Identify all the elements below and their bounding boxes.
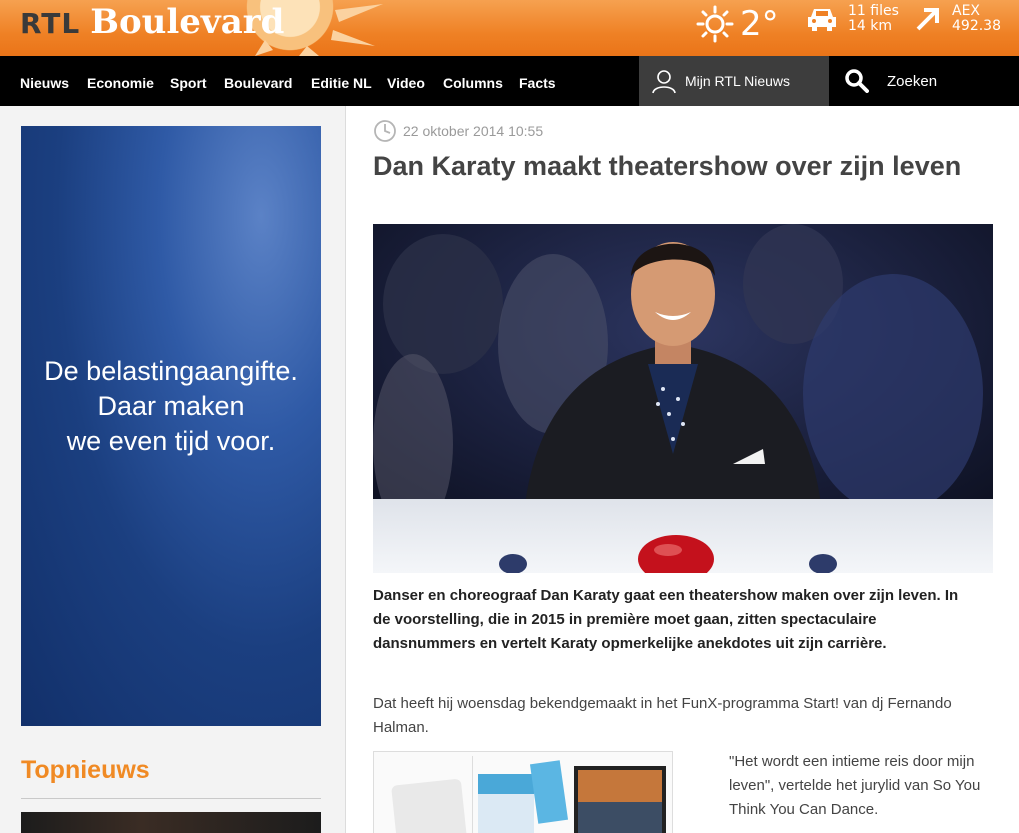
site-header: RTL Boulevard 2° 11 files 14 km AEX 492.… [0, 0, 1019, 56]
article-date-text: 22 oktober 2014 10:55 [403, 123, 544, 139]
traffic-km: 14 km [848, 18, 893, 34]
ad-line-1: De belastingaangifte. [44, 355, 298, 386]
nav-item-economie[interactable]: Economie [87, 56, 154, 106]
topnieuws-thumbnail[interactable] [21, 812, 321, 833]
article-title: Dan Karaty maakt theatershow over zijn l… [373, 151, 962, 181]
advertisement-banner[interactable]: De belastingaangifte. Daar maken we even… [21, 126, 321, 726]
traffic-widget[interactable]: 11 files 14 km [806, 4, 899, 34]
nav-item-nieuws[interactable]: Nieuws [20, 56, 69, 106]
topnieuws-heading: Topnieuws [21, 756, 150, 784]
nav-item-editie-nl[interactable]: Editie NL [311, 56, 372, 106]
sun-icon [696, 5, 734, 43]
article-photo-image [373, 224, 993, 573]
main-navigation: Nieuws Economie Sport Boulevard Editie N… [0, 56, 1019, 106]
arrow-up-right-icon [916, 8, 939, 31]
account-button[interactable]: Mijn RTL Nieuws [639, 56, 829, 106]
search-icon [845, 69, 869, 93]
nav-item-sport[interactable]: Sport [170, 56, 207, 106]
logo-boulevard: Boulevard [90, 2, 285, 42]
nav-item-boulevard[interactable]: Boulevard [224, 56, 292, 106]
aex-label: AEX [952, 3, 981, 19]
article-date: 22 oktober 2014 10:55 [373, 119, 543, 143]
sidebar: De belastingaangifte. Daar maken we even… [0, 106, 346, 833]
nav-item-facts[interactable]: Facts [519, 56, 556, 106]
site-logo[interactable]: RTL Boulevard [20, 2, 284, 42]
weather-widget[interactable]: 2° [696, 4, 779, 44]
article-quote: "Het wordt een intieme reis door mijn le… [729, 753, 981, 818]
search-button[interactable]: Zoeken [845, 56, 937, 106]
traffic-files: 11 files [848, 3, 899, 19]
clock-icon [374, 120, 396, 142]
aex-widget[interactable]: AEX 492.38 [914, 4, 1001, 34]
promo-graphic [391, 756, 666, 833]
promo-image[interactable] [373, 751, 673, 833]
article-body-paragraph: Dat heeft hij woensdag bekendgemaakt in … [373, 695, 952, 736]
aex-value: 492.38 [952, 18, 1001, 34]
account-label: Mijn RTL Nieuws [685, 73, 791, 89]
ad-line-3: we even tijd voor. [66, 425, 276, 456]
weather-temperature: 2° [740, 4, 779, 44]
article-photo [373, 224, 993, 573]
search-label: Zoeken [887, 72, 938, 90]
user-icon [652, 70, 676, 94]
article-lead: Danser en choreograaf Dan Karaty gaat ee… [373, 587, 959, 652]
section-divider [21, 798, 321, 799]
ad-line-2: Daar maken [97, 390, 245, 421]
nav-item-video[interactable]: Video [387, 56, 425, 106]
car-icon [808, 9, 836, 31]
nav-item-columns[interactable]: Columns [443, 56, 503, 106]
logo-rtl: RTL [20, 7, 81, 40]
